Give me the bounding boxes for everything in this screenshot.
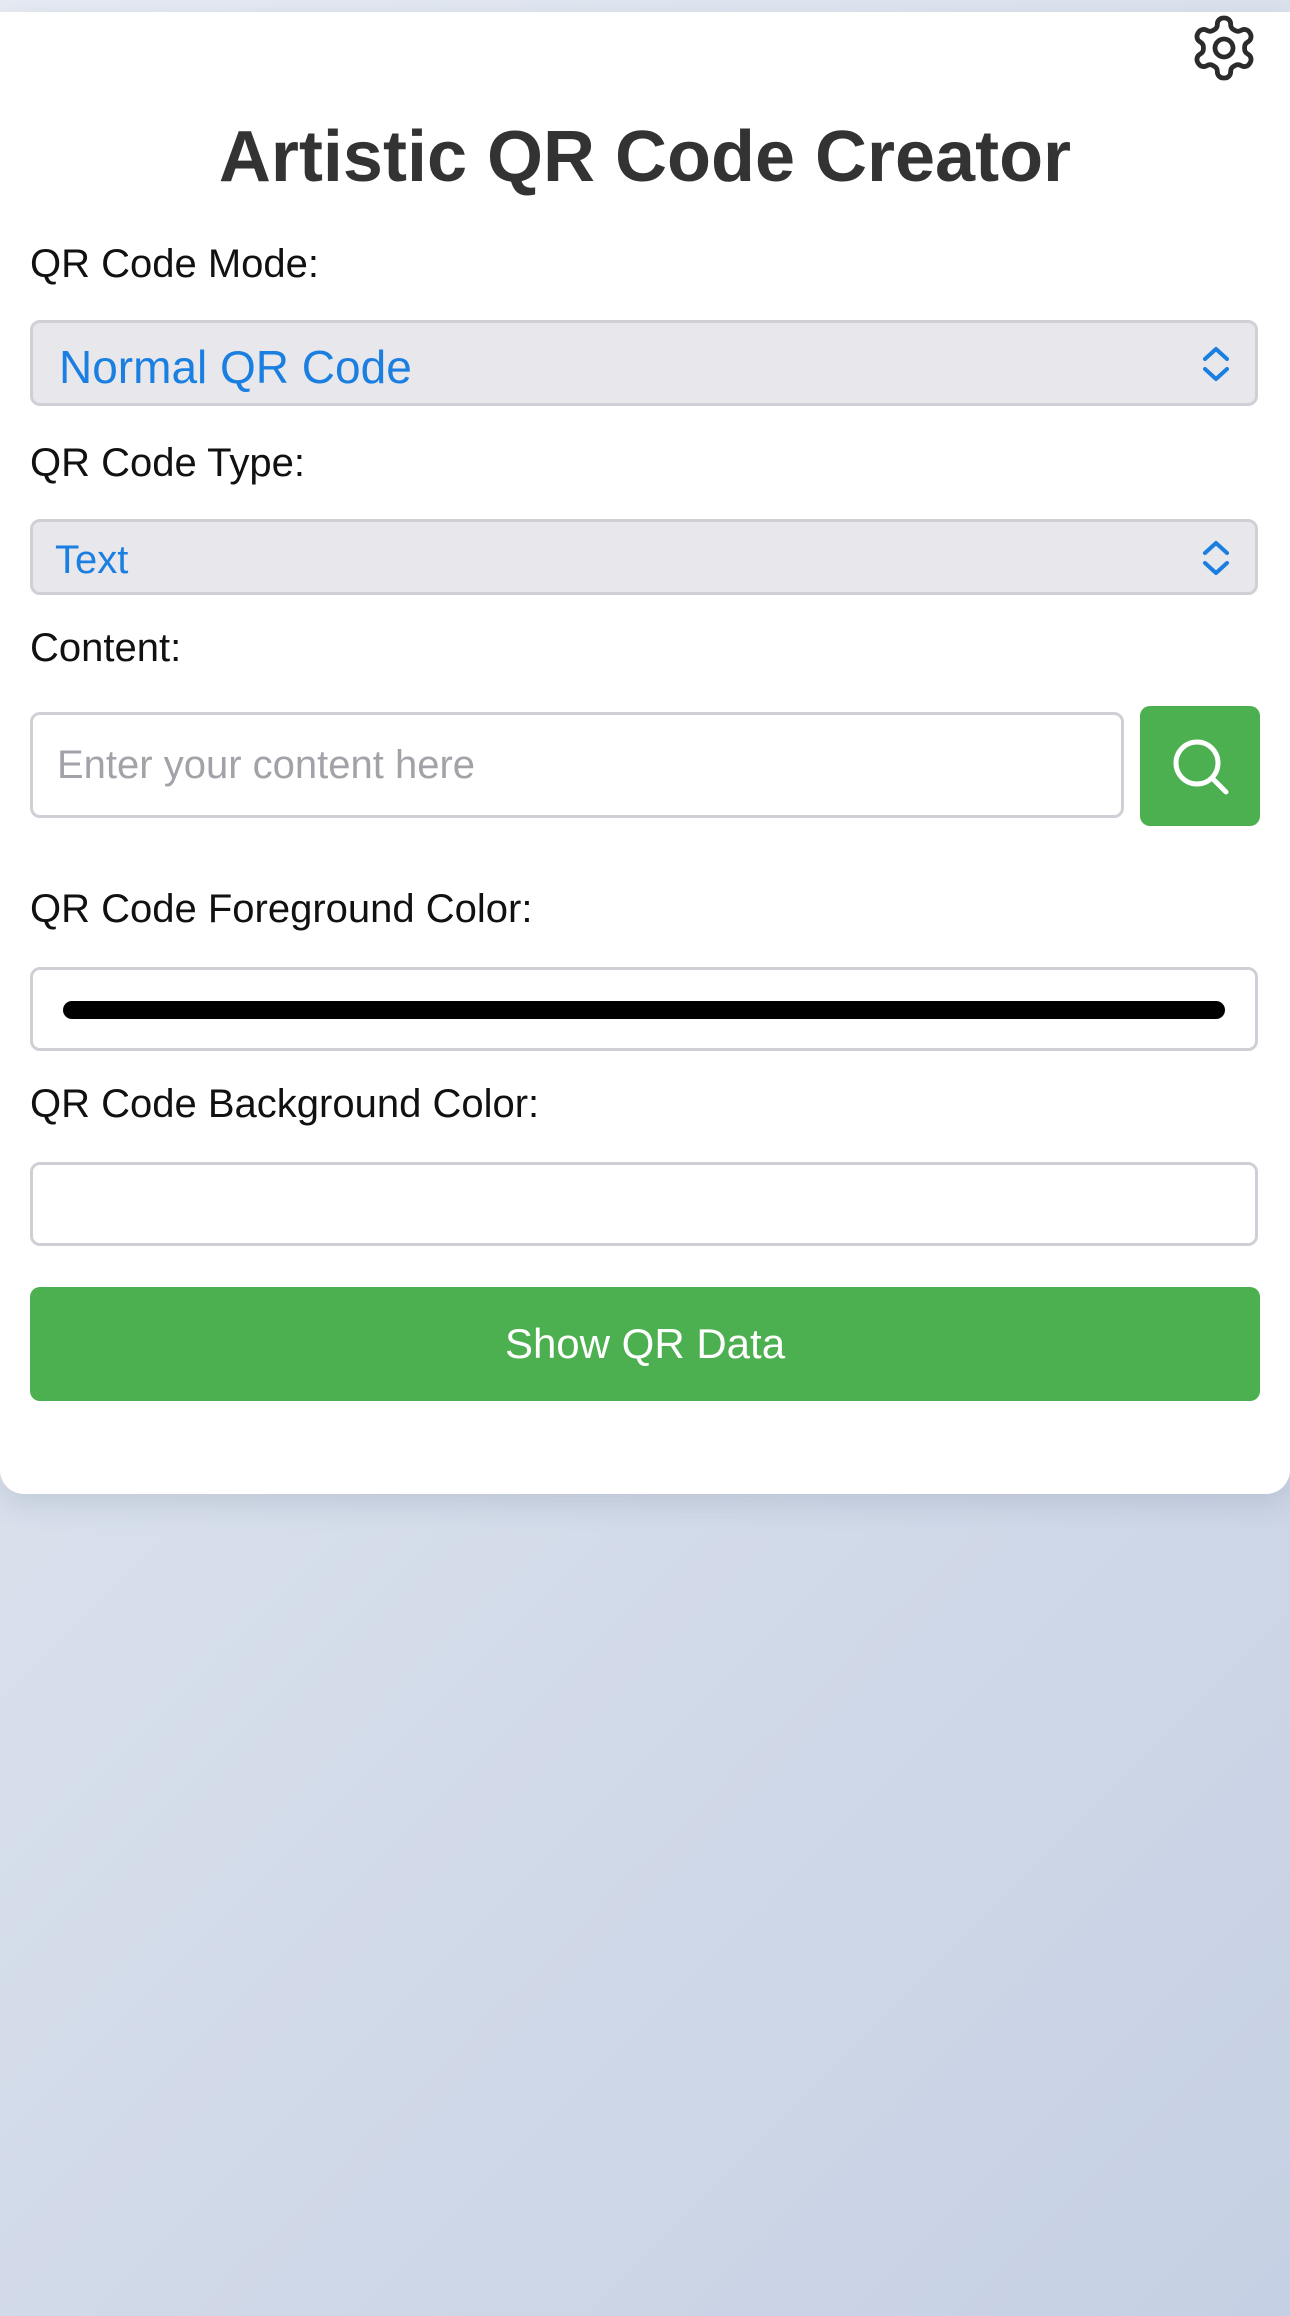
content-label: Content: xyxy=(30,626,182,670)
gear-icon[interactable] xyxy=(1188,12,1260,84)
type-select-value: Text xyxy=(55,538,129,582)
background-color-swatch xyxy=(63,1196,1225,1214)
background-color-label: QR Code Background Color: xyxy=(30,1082,540,1126)
mode-label: QR Code Mode: xyxy=(30,242,320,286)
main-card: Artistic QR Code Creator QR Code Mode: N… xyxy=(0,12,1290,1494)
foreground-color-picker[interactable] xyxy=(30,967,1258,1051)
search-button[interactable] xyxy=(1140,706,1260,826)
background-color-picker[interactable] xyxy=(30,1162,1258,1246)
show-qr-data-button[interactable]: Show QR Data xyxy=(30,1287,1260,1401)
search-icon xyxy=(1173,739,1229,795)
type-select[interactable]: Text xyxy=(30,519,1258,595)
foreground-color-label: QR Code Foreground Color: xyxy=(30,887,533,931)
mode-select[interactable]: Normal QR Code xyxy=(30,320,1258,406)
mode-select-value: Normal QR Code xyxy=(59,341,412,393)
foreground-color-swatch xyxy=(63,1001,1225,1019)
chevron-up-down-icon xyxy=(1203,541,1229,575)
type-label: QR Code Type: xyxy=(30,441,305,485)
page-title: Artistic QR Code Creator xyxy=(218,117,1072,197)
chevron-up-down-icon xyxy=(1203,347,1229,381)
content-input[interactable] xyxy=(30,712,1124,818)
